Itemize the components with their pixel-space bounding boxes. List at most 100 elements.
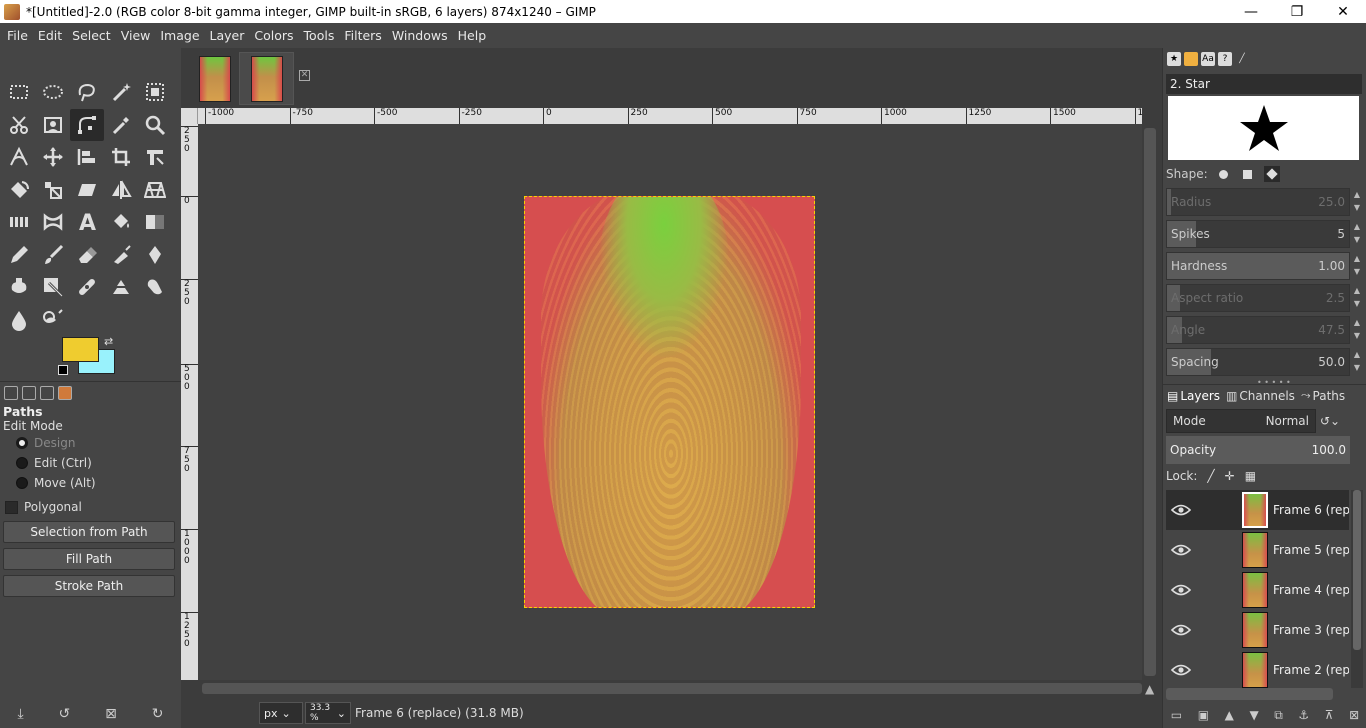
new-layer-group-icon[interactable]: ▣: [1198, 708, 1209, 722]
menu-tools[interactable]: Tools: [299, 28, 340, 43]
default-colors-icon[interactable]: [58, 365, 68, 375]
image-tab-1[interactable]: [187, 52, 242, 105]
blend-tool[interactable]: [138, 206, 172, 239]
selection-from-path-button[interactable]: Selection from Path: [3, 521, 175, 543]
zoom-select[interactable]: 33.3 % ⌄: [305, 702, 351, 724]
opacity-slider[interactable]: Opacity 100.0: [1166, 436, 1350, 464]
maximize-button[interactable]: ❐: [1274, 0, 1320, 23]
perspective-clone-tool[interactable]: [104, 271, 138, 304]
flip-tool[interactable]: [104, 174, 138, 207]
menu-view[interactable]: View: [116, 28, 156, 43]
swap-colors-icon[interactable]: ⇄: [104, 335, 113, 348]
eye-icon[interactable]: [1166, 584, 1196, 596]
undo-history-tab-icon[interactable]: [40, 385, 54, 400]
fonts-tab-icon[interactable]: Aa: [1201, 52, 1215, 66]
dynamics-tab-icon[interactable]: ╱: [1235, 52, 1249, 66]
rotate-tool[interactable]: [2, 174, 36, 207]
tool-options-tab-icon[interactable]: [4, 385, 18, 400]
diamond-shape-icon[interactable]: [1263, 166, 1280, 182]
slider-spin-arrows-icon[interactable]: ▲ ▼: [1352, 284, 1362, 312]
menu-edit[interactable]: Edit: [33, 28, 67, 43]
ink-tool[interactable]: [138, 239, 172, 272]
menu-filters[interactable]: Filters: [339, 28, 386, 43]
pencil-tool[interactable]: [2, 239, 36, 272]
measure-tool[interactable]: [2, 141, 36, 174]
crop-tool[interactable]: [104, 141, 138, 174]
merge-layer-icon[interactable]: ⊼: [1325, 708, 1334, 722]
layer-row[interactable]: Frame 6 (replac: [1166, 490, 1349, 530]
anchor-layer-icon[interactable]: ⚓: [1298, 708, 1309, 722]
image-canvas[interactable]: [524, 196, 815, 608]
canvas-area[interactable]: [198, 124, 1142, 680]
lock-pixels-icon[interactable]: ╱: [1207, 469, 1214, 483]
menu-file[interactable]: File: [2, 28, 33, 43]
close-tab-icon[interactable]: ✕: [299, 70, 310, 81]
foreground-select-tool[interactable]: [36, 109, 70, 142]
layers-horizontal-scroll[interactable]: [1166, 688, 1333, 700]
layer-row[interactable]: Frame 3 (replac: [1166, 610, 1349, 650]
bucket-fill-tool[interactable]: [104, 206, 138, 239]
align-tool[interactable]: [70, 141, 104, 174]
layer-mode-select[interactable]: Mode Normal: [1166, 409, 1316, 433]
lock-position-icon[interactable]: ✛: [1225, 469, 1235, 483]
tab-layers[interactable]: ▤ Layers: [1167, 389, 1220, 403]
new-layer-icon[interactable]: ▭: [1171, 708, 1182, 722]
layers-scrollbar[interactable]: [1351, 490, 1363, 688]
raise-layer-icon[interactable]: ▲: [1225, 708, 1234, 722]
circle-shape-icon[interactable]: [1216, 166, 1232, 182]
warp-tool[interactable]: [36, 206, 70, 239]
horizontal-scrollbar[interactable]: [198, 680, 1142, 696]
eye-icon[interactable]: [1166, 504, 1196, 516]
zoom-tool[interactable]: [138, 109, 172, 142]
menu-image[interactable]: Image: [155, 28, 204, 43]
brushes-tab-icon[interactable]: ★: [1167, 52, 1181, 66]
brush-slider-angle[interactable]: Angle 47.5: [1166, 316, 1350, 344]
foreground-color-swatch[interactable]: [62, 337, 99, 362]
horizontal-ruler[interactable]: -1000 -750 -500 -250 0 250 500 750 1000 1250 1500 1…: [198, 108, 1142, 124]
duplicate-layer-icon[interactable]: ⧉: [1274, 708, 1283, 723]
menu-help[interactable]: Help: [453, 28, 492, 43]
close-button[interactable]: ✕: [1320, 0, 1366, 23]
dodge-burn-tool[interactable]: [36, 304, 70, 337]
edit-mode-design[interactable]: Design: [16, 436, 75, 450]
brush-slider-hardness[interactable]: Hardness 1.00: [1166, 252, 1350, 280]
slider-spin-arrows-icon[interactable]: ▲ ▼: [1352, 188, 1362, 216]
mypaint-brush-tool[interactable]: [2, 271, 36, 304]
brush-slider-spacing[interactable]: Spacing 50.0: [1166, 348, 1350, 376]
cage-tool[interactable]: [2, 206, 36, 239]
images-tab-icon[interactable]: [58, 385, 72, 400]
edit-mode-edit[interactable]: Edit (Ctrl): [16, 456, 92, 470]
image-tab-2[interactable]: [239, 52, 294, 105]
eye-icon[interactable]: [1166, 624, 1196, 636]
menu-layer[interactable]: Layer: [205, 28, 250, 43]
fill-path-button[interactable]: Fill Path: [3, 548, 175, 570]
select-by-color-tool[interactable]: [138, 76, 172, 109]
clone-tool[interactable]: [36, 271, 70, 304]
slider-spin-arrows-icon[interactable]: ▲ ▼: [1352, 316, 1362, 344]
move-tool[interactable]: [36, 141, 70, 174]
lock-alpha-icon[interactable]: ▦: [1245, 469, 1256, 483]
paintbrush-tool[interactable]: [36, 239, 70, 272]
vertical-scroll-thumb[interactable]: [1144, 128, 1156, 676]
eraser-tool[interactable]: [70, 239, 104, 272]
fuzzy-select-tool[interactable]: [104, 76, 138, 109]
vertical-scrollbar[interactable]: [1142, 124, 1159, 680]
ellipse-select-tool[interactable]: [36, 76, 70, 109]
layer-row[interactable]: Frame 4 (replac: [1166, 570, 1349, 610]
menu-colors[interactable]: Colors: [249, 28, 298, 43]
tab-channels[interactable]: ▥ Channels: [1226, 389, 1295, 403]
menu-windows[interactable]: Windows: [387, 28, 453, 43]
delete-layer-icon[interactable]: ⊠: [1349, 708, 1359, 722]
unit-select[interactable]: px ⌄: [259, 702, 303, 724]
polygonal-checkbox-box[interactable]: [5, 500, 18, 514]
slider-spin-arrows-icon[interactable]: ▲ ▼: [1352, 252, 1362, 280]
slider-spin-arrows-icon[interactable]: ▲ ▼: [1352, 348, 1362, 376]
paths-tool[interactable]: [70, 108, 104, 141]
delete-options-icon[interactable]: ⊠: [105, 706, 117, 722]
vertical-ruler[interactable]: 2 5 0 0 2 5 0 5 0 0 7 5 0 1 0 0 0 1 2 5 0: [181, 124, 198, 680]
smudge-tool[interactable]: [138, 271, 172, 304]
polygonal-checkbox[interactable]: Polygonal: [5, 500, 82, 514]
blur-tool[interactable]: [2, 304, 36, 337]
scale-tool[interactable]: [36, 174, 70, 207]
slider-spin-arrows-icon[interactable]: ▲ ▼: [1352, 220, 1362, 248]
